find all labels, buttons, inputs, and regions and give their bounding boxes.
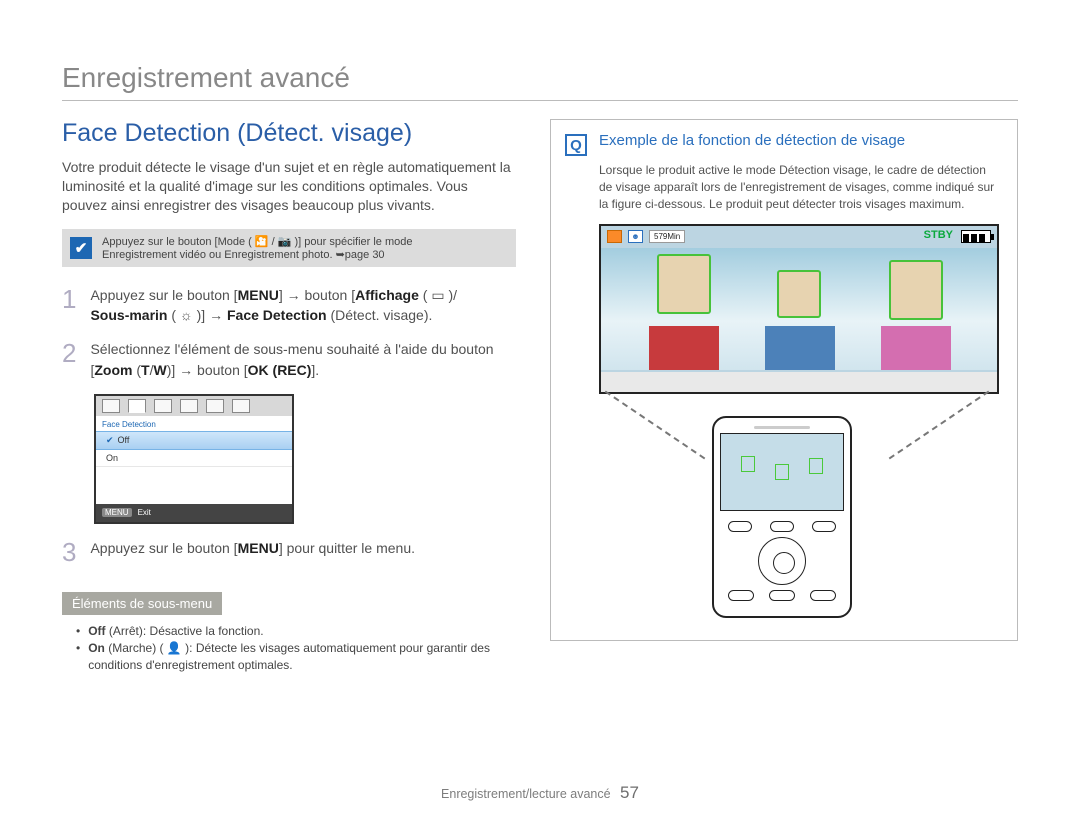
device-button [728, 521, 752, 532]
step-number: 1 [62, 281, 76, 326]
face-box [777, 270, 821, 318]
mode-note: ✔ Appuyez sur le bouton [Mode ( 🎦 / 📷 )]… [62, 229, 516, 267]
face-detection-icon: ☻ [628, 230, 643, 243]
menu-screenshot: Face Detection ✔Off On MENU Exit [94, 394, 294, 524]
step-3: 3 Appuyez sur le bouton [MENU] pour quit… [62, 538, 516, 572]
device-screen [720, 433, 844, 511]
remaining-time-badge: 579Min [649, 230, 685, 243]
step-number: 3 [62, 534, 76, 572]
left-column: Face Detection (Détect. visage) Votre pr… [62, 119, 516, 675]
face-box [889, 260, 943, 320]
photo-area [601, 248, 997, 370]
example-description: Lorsque le produit active le mode Détect… [599, 162, 999, 212]
menu-item-off: ✔Off [96, 431, 292, 450]
device-button [728, 590, 754, 601]
menu-bottom-bar: MENU Exit [96, 504, 292, 522]
device-button [810, 590, 836, 601]
submenu-list: •Off (Arrêt): Désactive la fonction. •On… [62, 615, 516, 675]
subject-body [765, 326, 835, 370]
footer-text: Enregistrement/lecture avancé [441, 787, 611, 801]
connector-line [889, 391, 990, 460]
device-button [812, 521, 836, 532]
subject-body [649, 326, 719, 370]
device-button [770, 521, 794, 532]
menu-item-on: On [96, 450, 292, 467]
note-line-2: Enregistrement vidéo ou Enregistrement p… [102, 248, 412, 261]
tab-icon [180, 399, 198, 413]
stby-label: STBY [924, 229, 953, 241]
menu-tabs [96, 396, 292, 416]
device-dpad [758, 537, 806, 585]
step-number: 2 [62, 335, 76, 380]
submenu-header: Éléments de sous-menu [62, 592, 222, 615]
menu-badge: MENU [102, 508, 132, 517]
tab-icon [206, 399, 224, 413]
step-1: 1 Appuyez sur le bouton [MENU] → bouton … [62, 285, 516, 326]
tab-icon [232, 399, 250, 413]
device-button-row [728, 521, 836, 532]
info-icon: Q [565, 134, 587, 156]
device-illustration [712, 416, 852, 618]
example-panel: Q Exemple de la fonction de détection de… [550, 119, 1018, 641]
page-title: Enregistrement avancé [62, 62, 1018, 94]
example-title: Exemple de la fonction de détection de v… [599, 132, 999, 149]
divider [62, 100, 1018, 101]
subject-body [881, 326, 951, 370]
tab-icon [154, 399, 172, 413]
tab-icon [102, 399, 120, 413]
scene-icon [607, 230, 622, 243]
page-footer: Enregistrement/lecture avancé 57 [0, 783, 1080, 803]
page-number: 57 [620, 783, 639, 802]
camera-display: ☻ 579Min STBY [599, 224, 999, 394]
menu-heading: Face Detection [96, 416, 292, 431]
note-line-1: Appuyez sur le bouton [Mode ( 🎦 / 📷 )] p… [102, 235, 412, 248]
device-button-row [728, 590, 836, 601]
device-button [769, 590, 795, 601]
check-icon: ✔ [70, 237, 92, 259]
tab-icon [128, 399, 146, 413]
step-2: 2 Sélectionnez l'élément de sous-menu so… [62, 339, 516, 380]
intro-text: Votre produit détecte le visage d'un suj… [62, 158, 516, 215]
connector-line [605, 391, 706, 460]
display-bottom-bar [601, 372, 997, 392]
battery-icon [961, 230, 991, 243]
face-box [657, 254, 711, 314]
section-title: Face Detection (Détect. visage) [62, 119, 516, 148]
exit-label: Exit [138, 508, 151, 517]
device-speaker [754, 426, 810, 429]
